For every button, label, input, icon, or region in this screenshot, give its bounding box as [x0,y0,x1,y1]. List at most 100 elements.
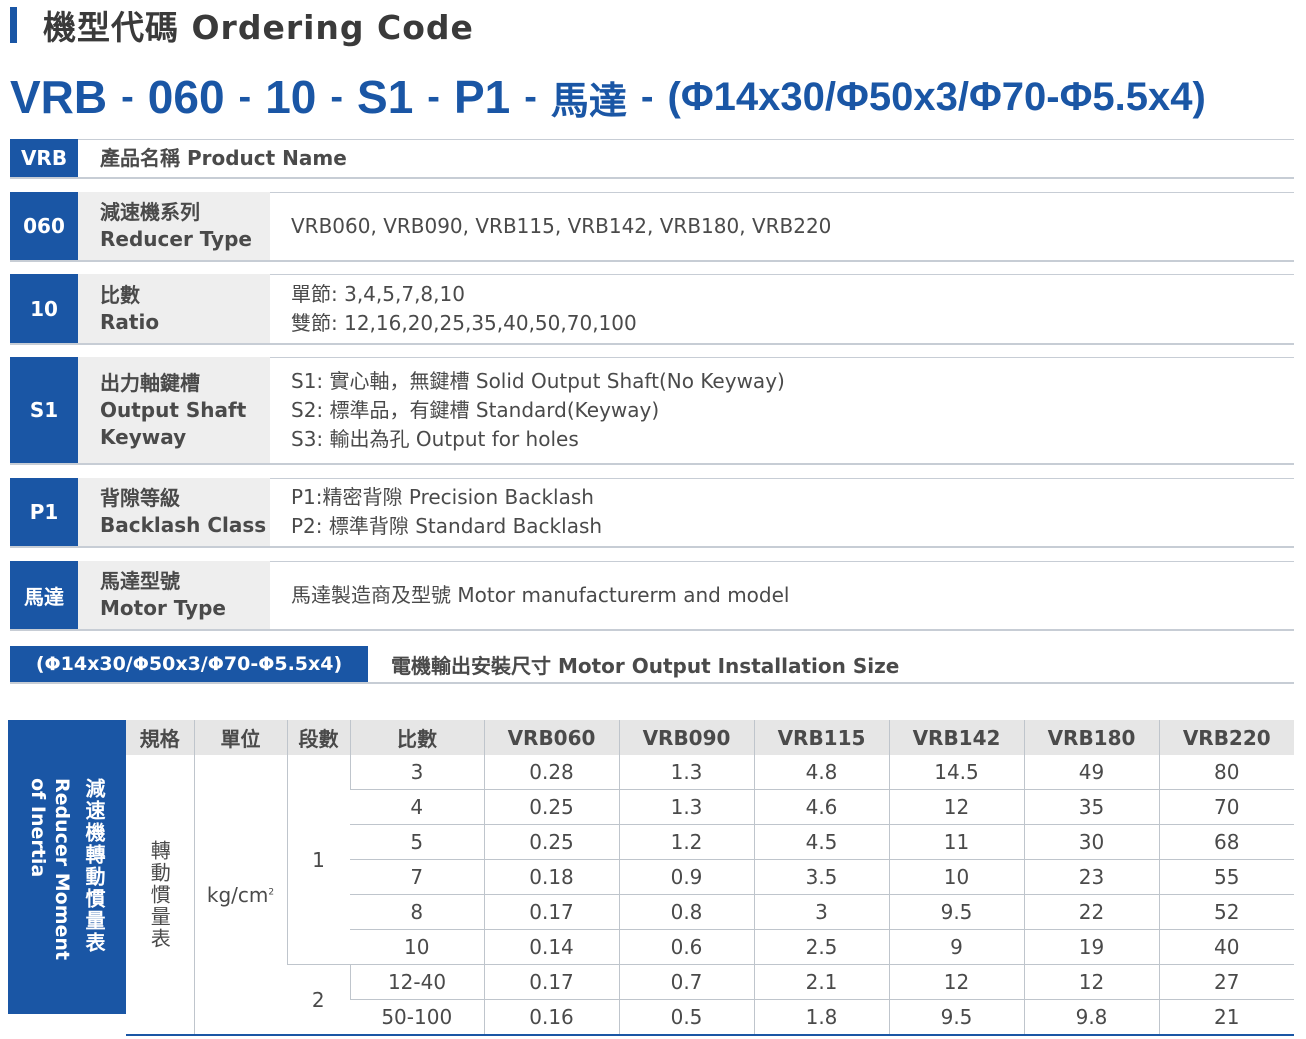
table-cell: 3 [753,894,889,930]
table-cell: 12 [888,789,1024,825]
table-cell: 7 [350,859,484,895]
option-description: S1: 實心軸，無鍵槽 Solid Output Shaft(No Keyway… [291,357,1284,463]
option-code: 060 [10,192,78,260]
size-code: (Φ14x30/Φ50x3/Φ70-Φ5.5x4) [10,646,368,682]
option-name-text: 產品名稱 Product Name [100,145,600,172]
table-cell: 9.5 [888,894,1024,930]
table-cell: 4.8 [753,755,889,790]
table-cell: 0.25 [483,824,619,860]
option-desc-line: P1:精密背隙 Precision Backlash [291,485,594,509]
table-cell: 0.28 [483,755,619,790]
spec-cell: 轉動慣量表 [126,755,194,1036]
table-cell: 23 [1023,859,1159,895]
option-desc-line: 馬達製造商及型號 Motor manufacturerm and model [291,582,790,607]
option-code: P1 [10,478,78,546]
header-cell: VRB090 [618,720,754,755]
table-row: 轉動慣量表 kg/cm2 1 3 0.28 1.3 4.8 14.5 49 80 [126,755,1294,1036]
code-segment-ratio: 10 [265,71,317,123]
table-cell: 3 [349,755,484,790]
option-desc-line: 單節: 3,4,5,7,8,10 [291,281,465,306]
option-name-cn: 減速機系列 [100,200,200,224]
section-title: 機型代碼 Ordering Code [43,8,474,47]
table-cell: 40 [1158,929,1294,965]
option-code: VRB [10,139,78,177]
option-row-output-shaft: S1 出力軸鍵槽 Output Shaft Keyway S1: 實心軸，無鍵槽… [10,357,1294,465]
side-title-en-line2: of Inertia [27,778,49,878]
table-row: 2 12-40 0.17 0.7 2.1 12 12 27 [126,964,1294,1036]
table-cell: 1.8 [753,999,889,1036]
side-title-en: Reducer Moment of Inertia [26,778,74,960]
header-cell: 規格 [126,720,194,755]
option-name-en: Reducer Type [100,227,252,251]
header-cell: VRB142 [888,720,1024,755]
option-name-en-2: Keyway [100,424,187,449]
table-cell: 4.6 [753,789,889,825]
code-separator: - [524,75,537,118]
side-title-en-line1: Reducer Moment [51,778,73,961]
table-cell: 12 [1023,964,1159,1000]
code-separator: - [427,75,440,118]
option-row-ratio: 10 比數 Ratio 單節: 3,4,5,7,8,10 雙節: 12,16,2… [10,274,1294,345]
table-cell: 0.5 [618,999,754,1036]
option-description: VRB060, VRB090, VRB115, VRB142, VRB180, … [291,192,1284,260]
option-desc-line: P2: 標準背隙 Standard Backlash [291,514,603,538]
table-cell: 3.5 [753,859,889,895]
table-cell: 0.9 [618,859,754,895]
option-name-cn: 出力軸鍵槽 [100,370,200,395]
table-cell: 0.18 [483,859,619,895]
table-cell: 2.5 [753,929,889,965]
table-cell: 19 [1023,929,1159,965]
table-cell: 0.14 [483,929,619,965]
option-name-en: Motor Type [100,596,226,620]
code-separator: - [330,75,344,118]
option-desc-line: VRB060, VRB090, VRB115, VRB142, VRB180, … [291,213,832,238]
option-description: P1:精密背隙 Precision Backlash P2: 標準背隙 Stan… [291,478,1284,546]
code-separator: - [640,75,654,118]
table-header-row: 規格 單位 段數 比數 VRB060 VRB090 VRB115 VRB142 … [126,720,1294,755]
table-cell: 11 [888,824,1024,860]
table-cell: 0.7 [618,964,754,1000]
option-desc-line: 雙節: 12,16,20,25,35,40,50,70,100 [291,310,637,335]
table-cell: 9.8 [1023,999,1159,1036]
code-separator: - [121,75,134,118]
table-cell: 0.6 [618,929,754,965]
header-cell: 單位 [193,720,287,755]
table-cell: 12-40 [349,964,484,1000]
table-cell: 1.2 [618,824,754,860]
option-name-cn: 產品名稱 [100,145,180,170]
option-row-install-size: (Φ14x30/Φ50x3/Φ70-Φ5.5x4) 電機輸出安裝尺寸 Motor… [10,646,1294,684]
table-cell: 70 [1158,789,1294,825]
code-segment-size: (Φ14x30/Φ50x3/Φ70-Φ5.5x4) [667,74,1206,119]
table-cell: 22 [1023,894,1159,930]
spec-label: 轉動慣量表 [147,839,172,950]
size-label: 電機輸出安裝尺寸 Motor Output Installation Size [391,653,900,678]
table-cell: 0.25 [483,789,619,825]
option-name-cn: 比數 [100,282,140,307]
table-cell: 0.17 [483,964,619,1000]
ordering-code-line: VRB - 060 - 10 - S1 - P1 - 馬達 - (Φ14x30/… [10,66,1206,128]
table-cell: 35 [1023,789,1159,825]
option-name: 產品名稱 Product Name [100,139,600,177]
option-row-reducer-type: 060 減速機系列 Reducer Type VRB060, VRB090, V… [10,192,1294,262]
option-description: 馬達製造商及型號 Motor manufacturerm and model [291,561,1284,629]
table-cell: 1.3 [618,755,754,790]
table-cell: 9 [888,929,1024,965]
table-cell: 2.1 [753,964,889,1000]
option-name-cn: 馬達型號 [100,569,180,593]
section-header: 機型代碼 Ordering Code [10,6,474,47]
stage-cell: 2 [287,964,350,1036]
table-cell: 10 [888,859,1024,895]
table-cell: 5 [350,824,484,860]
table-cell: 4.5 [753,824,889,860]
table-cell: 0.17 [483,894,619,930]
table-cell: 21 [1158,999,1294,1036]
option-row-backlash: P1 背隙等級 Backlash Class P1:精密背隙 Precision… [10,478,1294,548]
unit-superscript: 2 [268,886,275,897]
option-desc-line: S3: 輸出為孔 Output for holes [291,426,579,451]
header-cell: VRB115 [753,720,889,755]
option-code: 10 [10,274,78,343]
table-cell: 27 [1158,964,1294,1000]
option-name-en: Backlash Class [100,513,267,537]
option-row-motor: 馬達 馬達型號 Motor Type 馬達製造商及型號 Motor manufa… [10,561,1294,631]
option-row-product-name: VRB 產品名稱 Product Name [10,139,1294,179]
